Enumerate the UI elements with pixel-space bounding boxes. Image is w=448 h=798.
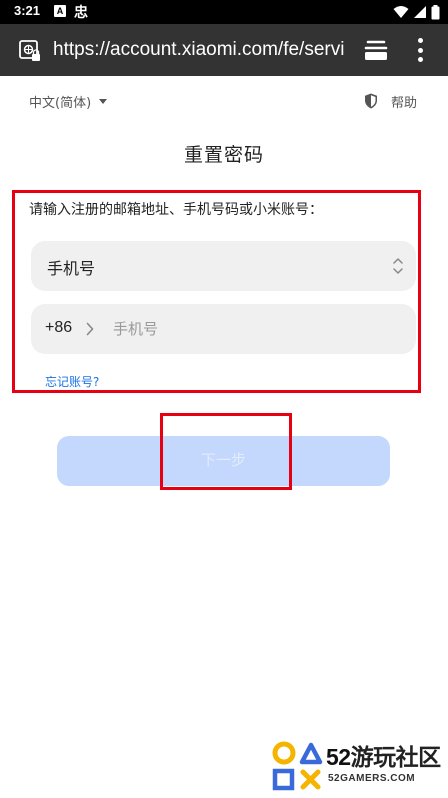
url-bar[interactable]: https://account.xiaomi.com/fe/service/fo… <box>53 38 345 62</box>
watermark: 52游玩社区 52GAMERS.COM <box>270 736 448 798</box>
notification-app-icon: 忠 <box>74 5 88 21</box>
language-label: 中文(简体) <box>29 95 92 111</box>
overflow-menu-icon[interactable] <box>416 38 424 62</box>
watermark-number: 52 <box>326 744 351 770</box>
signal-icon <box>414 6 426 18</box>
status-bar: 3:21 A 忠 <box>0 0 448 24</box>
wifi-icon <box>393 6 409 18</box>
notification-a-icon: A <box>54 5 66 17</box>
help-link[interactable]: 帮助 <box>364 92 418 111</box>
battery-icon <box>431 4 440 19</box>
status-time: 3:21 <box>14 3 41 18</box>
help-label: 帮助 <box>391 95 418 111</box>
language-selector[interactable]: 中文(简体) <box>29 92 108 111</box>
browser-toolbar: https://account.xiaomi.com/fe/service/fo… <box>0 24 448 76</box>
watermark-site: 52GAMERS.COM <box>328 773 416 784</box>
watermark-brand: 52游玩社区 <box>326 738 441 772</box>
shield-icon <box>365 93 377 109</box>
highlight-box-form <box>12 190 421 393</box>
system-icons <box>393 3 440 21</box>
watermark-logo-icon <box>272 741 323 791</box>
caret-down-icon <box>99 98 108 104</box>
watermark-name: 游玩社区 <box>350 745 442 771</box>
site-info-icon[interactable] <box>18 39 42 63</box>
page-title: 重置密码 <box>183 144 264 166</box>
highlight-box-button <box>160 413 292 490</box>
tabs-icon[interactable] <box>364 39 388 61</box>
